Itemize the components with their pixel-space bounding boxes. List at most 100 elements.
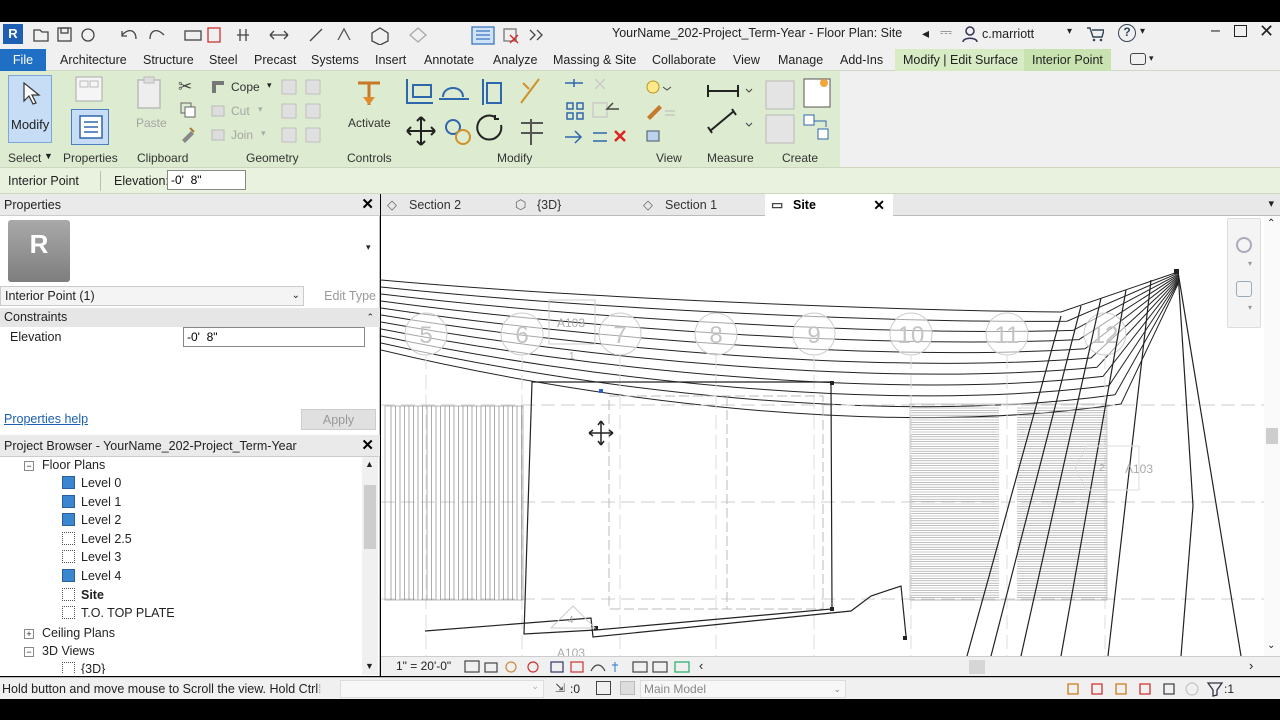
zoom-dropdown-icon[interactable]: ▾ [1248,303,1252,312]
tree-level-item[interactable]: T.O. TOP PLATE [62,604,175,622]
collapse-3d-views-icon[interactable]: − [24,647,34,657]
cut-label[interactable]: Cut [231,104,250,118]
ribbon-toggle-icon[interactable] [1130,53,1146,65]
match-properties-icon[interactable] [179,125,197,143]
view-tools-icons[interactable] [643,79,693,145]
constraints-header[interactable]: Constraints ⌃ [0,308,380,327]
view-tab-section-2[interactable]: ◇ Section 2 [381,194,509,216]
type-scroll-icon[interactable]: ▾ [366,242,371,253]
scroll-thumb[interactable] [364,485,376,549]
tab-view[interactable]: View [733,49,760,71]
modify-tools-icons[interactable] [403,75,643,147]
help-dropdown-icon[interactable]: ▾ [1140,26,1145,37]
tab-precast[interactable]: Precast [254,49,296,71]
design-options-icon[interactable] [620,681,635,695]
scroll-down-icon[interactable]: ▼ [365,661,374,671]
hscroll-right-icon[interactable]: › [1249,658,1253,673]
browser-scrollbar[interactable]: ▲ ▼ [362,457,378,675]
cut-geometry-icon[interactable] [210,103,228,119]
drawing-canvas[interactable]: 5 6 7 8 9 10 11 12 A103 1 A103 2 4 A103 … [381,216,1280,656]
canvas-vscroll-thumb[interactable] [1266,428,1278,444]
cut-dropdown-icon[interactable]: ▾ [258,104,263,115]
info-icon[interactable]: ⎓ [940,24,952,41]
join-dropdown-icon[interactable]: ▾ [261,128,266,139]
select-dropdown-icon[interactable]: ▼ [44,151,53,161]
view-tab-section-1[interactable]: ◇ Section 1 [637,194,765,216]
tab-steel[interactable]: Steel [209,49,238,71]
user-name[interactable]: c.marriott [982,27,1034,41]
tab-insert[interactable]: Insert [375,49,406,71]
param-elevation-input[interactable] [183,327,365,347]
hscroll-left-icon[interactable]: ‹ [699,658,703,673]
type-properties-icon[interactable] [72,75,108,105]
canvas-hscroll-thumb[interactable] [969,660,985,674]
tree-level-item[interactable]: Site [62,586,104,604]
cope-icon[interactable] [210,79,228,95]
cope-label[interactable]: Cope [231,80,260,94]
user-icon[interactable] [962,26,978,42]
site-drawing[interactable]: 5 6 7 8 9 10 11 12 A103 1 A103 2 4 A103 [381,216,1280,656]
quick-access-toolbar[interactable] [30,25,550,45]
scroll-up-icon[interactable]: ▲ [365,459,374,469]
tree-level-item[interactable]: Level 2.5 [62,530,132,548]
type-selector[interactable]: Interior Point (1) ⌄ [0,286,304,306]
group-label-select[interactable]: Select [8,151,41,165]
activate-icon[interactable] [356,77,384,111]
modify-button[interactable]: Modify [8,75,52,143]
tree-level-item[interactable]: Level 0 [62,474,121,492]
type-preview[interactable]: R [8,220,70,282]
tree-level-item[interactable]: Level 1 [62,493,121,511]
join-icon[interactable] [210,127,228,143]
view-scale[interactable]: 1" = 20'-0" [396,659,451,673]
elevation-input[interactable] [167,170,246,190]
tab-manage[interactable]: Manage [778,49,823,71]
tree-level-item[interactable]: Level 4 [62,567,121,585]
tab-massing-site[interactable]: Massing & Site [553,49,636,71]
tab-analyze[interactable]: Analyze [493,49,537,71]
view-tab-3d[interactable]: ⬡ {3D} [509,194,637,216]
copy-icon[interactable] [179,101,197,119]
create-tools-icons[interactable] [762,77,834,147]
tab-systems[interactable]: Systems [311,49,359,71]
collapse-floor-plans-icon[interactable]: − [24,461,34,471]
close-view-tab-icon[interactable]: ✕ [873,194,885,216]
minimize-icon[interactable]: – [1211,22,1220,40]
activate-label[interactable]: Activate [348,116,391,130]
tab-interior-point[interactable]: Interior Point [1024,49,1111,71]
tab-modify-edit-surface[interactable]: Modify | Edit Surface [895,49,1027,71]
view-tabs-menu-icon[interactable]: ▾ [1268,197,1274,210]
properties-close-icon[interactable]: ✕ [361,194,374,216]
wheel-dropdown-icon[interactable]: ▾ [1248,259,1252,268]
navigation-bar[interactable]: ▾ ▾ [1227,218,1261,328]
worksets-icon[interactable]: ⇲ [555,681,565,695]
help-icon[interactable]: ? [1118,24,1136,42]
tab-file[interactable]: File [0,49,46,71]
canvas-scroll-up-icon[interactable]: ⌃ [1267,218,1275,229]
measure-tools-icons[interactable] [706,79,756,145]
cart-icon[interactable] [1086,26,1104,42]
tree-level-item[interactable]: Level 2 [62,511,121,529]
cope-dropdown-icon[interactable]: ▾ [267,80,272,91]
edit-type-button[interactable]: Edit Type [308,286,376,306]
canvas-vscroll[interactable]: ⌃ ⌄ [1264,216,1280,656]
tree-3d-views[interactable]: −3D Views [24,642,95,660]
tab-annotate[interactable]: Annotate [424,49,474,71]
geometry-tools-icon[interactable] [280,78,328,146]
tree-floor-plans[interactable]: − Floor Plans [24,456,105,474]
user-dropdown-icon[interactable]: ▾ [1067,26,1072,37]
canvas-scroll-down-icon[interactable]: ⌄ [1267,640,1275,651]
model-select[interactable]: Main Model ⌄ [640,680,846,698]
properties-help-link[interactable]: Properties help [4,412,88,426]
tab-structure[interactable]: Structure [143,49,194,71]
paste-label[interactable]: Paste [136,116,167,130]
view-control-icons[interactable] [463,659,703,675]
tree-3d-view-item[interactable]: {3D} [62,660,105,674]
view-tab-site[interactable]: ▭ Site ✕ [765,194,893,216]
expand-ceiling-plans-icon[interactable]: + [24,629,34,639]
revit-logo-icon[interactable]: R [3,24,23,44]
cut-clipboard-icon[interactable]: ✂ [178,77,192,97]
paste-icon[interactable] [135,75,165,111]
tab-add-ins[interactable]: Add-Ins [840,49,883,71]
close-window-icon[interactable]: ✕ [1259,21,1274,42]
restore-icon[interactable] [1234,25,1247,37]
